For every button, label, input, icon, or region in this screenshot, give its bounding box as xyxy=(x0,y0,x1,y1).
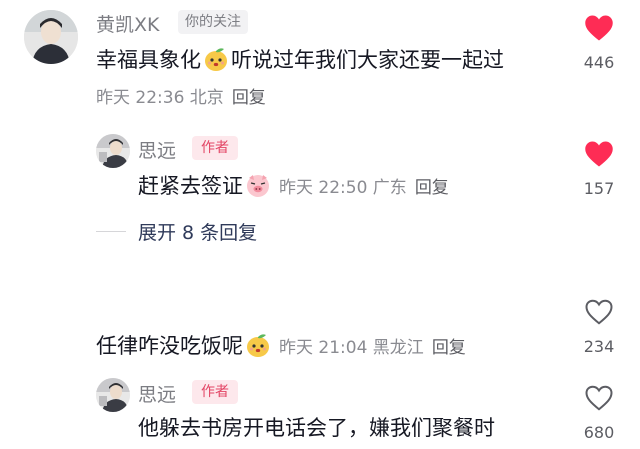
like-button[interactable] xyxy=(574,140,624,172)
reply-username[interactable]: 思远 xyxy=(138,136,176,163)
reply-text: 他躲去书房开电话会了，嫌我们聚餐时 xyxy=(138,416,495,440)
like-button[interactable] xyxy=(574,298,624,330)
reply-button[interactable]: 回复 xyxy=(232,88,266,108)
heart-filled-icon xyxy=(585,15,613,41)
author-badge: 作者 xyxy=(192,380,238,404)
heart-outline-icon xyxy=(585,299,613,325)
comment-time-location: 昨天 22:36 北京 xyxy=(96,88,224,108)
like-count: 157 xyxy=(583,179,615,198)
heart-outline-icon xyxy=(585,385,613,411)
avatar-image xyxy=(24,10,78,64)
reply-avatar[interactable] xyxy=(96,134,130,168)
mango-emoji-icon xyxy=(205,48,227,71)
reply-avatar[interactable] xyxy=(96,378,130,412)
pig-emoji-icon xyxy=(247,175,269,197)
avatar[interactable] xyxy=(24,10,78,64)
author-badge: 作者 xyxy=(192,136,238,160)
avatar-image xyxy=(96,134,130,168)
like-count: 446 xyxy=(583,53,615,72)
avatar-image xyxy=(96,378,130,412)
like-count: 234 xyxy=(583,337,615,356)
comment-text-part: 幸福具象化 xyxy=(96,48,201,72)
reply-time-location: 昨天 22:50 广东 xyxy=(279,178,407,198)
expand-replies-button[interactable]: 展开 8 条回复 xyxy=(138,218,257,245)
like-button[interactable] xyxy=(574,384,624,416)
comment-text-line: 任律咋没吃饭呢 昨天 21:04 黑龙江 回复 xyxy=(96,332,466,360)
reply-button[interactable]: 回复 xyxy=(432,338,466,358)
like-count: 680 xyxy=(583,423,615,442)
comment-text: 幸福具象化 听说过年我们大家还要一起过 xyxy=(96,46,504,74)
comment-text: 任律咋没吃饭呢 xyxy=(96,334,243,358)
comment-text-part: 听说过年我们大家还要一起过 xyxy=(231,48,504,72)
reply-username[interactable]: 思远 xyxy=(138,380,176,407)
divider xyxy=(96,231,126,232)
reply-text-line: 赶紧去签证 昨天 22:50 广东 回复 xyxy=(138,172,449,200)
like-button[interactable] xyxy=(574,14,624,46)
heart-filled-icon xyxy=(585,141,613,167)
comment-meta: 昨天 22:36 北京 回复 xyxy=(96,86,266,110)
reply-button[interactable]: 回复 xyxy=(415,178,449,198)
mango-emoji-icon xyxy=(247,334,269,357)
comment-time-location: 昨天 21:04 黑龙江 xyxy=(279,338,424,358)
comment-username[interactable]: 黄凯XK xyxy=(96,10,159,37)
reply-text: 赶紧去签证 xyxy=(138,174,243,198)
following-badge: 你的关注 xyxy=(178,10,248,34)
